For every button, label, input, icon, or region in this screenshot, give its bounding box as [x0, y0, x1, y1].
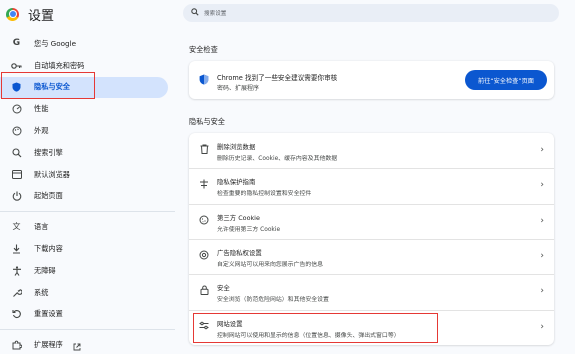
sidebar-item-languages[interactable]: 文 语言	[0, 216, 175, 238]
sidebar-item-on-startup[interactable]: 起始页面	[0, 186, 175, 208]
trash-icon	[199, 144, 209, 157]
sidebar-item-label: 您与 Google	[34, 38, 77, 48]
sidebar-item-search-engine[interactable]: 搜索引擎	[0, 142, 175, 164]
chevron-right-icon: ›	[540, 145, 544, 155]
safety-check-card: Chrome 找到了一些安全建议需要你审核 密码、扩展程序 前往“安全检查”页面	[189, 61, 554, 99]
page-title: 设置	[28, 8, 55, 24]
row-subtitle: 检查重要的隐私控制设置和安全控件	[217, 191, 312, 198]
sidebar-item-accessibility[interactable]: 无障碍	[0, 260, 175, 282]
browser-icon	[11, 169, 22, 180]
sidebar-item-label: 搜索引擎	[34, 147, 63, 157]
sidebar-item-label: 性能	[34, 104, 49, 114]
row-subtitle: 安全浏览（防范危险网站）和其他安全设置	[217, 297, 329, 304]
row-title: 删除浏览数据	[217, 143, 256, 151]
row-clear-browsing-data[interactable]: 删除浏览数据 删除历史记录、Cookie、缓存内容及其他数据 ›	[189, 133, 554, 168]
chevron-right-icon: ›	[540, 286, 544, 297]
cookie-icon	[199, 215, 209, 228]
safety-check-subtitle: 密码、扩展程序	[217, 85, 260, 92]
chrome-logo-icon	[6, 7, 19, 21]
guide-icon	[199, 179, 209, 192]
row-title: 第三方 Cookie	[217, 213, 260, 222]
sidebar-item-you-and-google[interactable]: G 您与 Google	[0, 33, 175, 55]
search-icon	[11, 147, 22, 158]
brand: 设置	[6, 6, 55, 24]
sidebar-item-label: 自动填充和密码	[34, 60, 85, 70]
sidebar-item-label: 语言	[34, 222, 49, 232]
row-subtitle: 删除历史记录、Cookie、缓存内容及其他数据	[217, 156, 338, 162]
sidebar-item-label: 默认浏览器	[34, 169, 70, 179]
row-third-party-cookies[interactable]: 第三方 Cookie 允许使用第三方 Cookie ›	[189, 204, 554, 239]
sidebar-item-label: 无障碍	[34, 265, 56, 275]
ad-privacy-icon	[199, 250, 209, 263]
sidebar-item-performance[interactable]: 性能	[0, 98, 175, 120]
sidebar-divider	[0, 329, 175, 331]
power-icon	[11, 191, 22, 202]
sidebar-item-label: 下载内容	[34, 244, 63, 254]
lock-icon	[199, 285, 209, 298]
google-icon: G	[12, 38, 21, 49]
palette-icon	[11, 126, 22, 137]
sidebar-item-label: 起始页面	[34, 191, 63, 201]
row-privacy-guide[interactable]: 隐私保护指南 检查重要的隐私控制设置和安全控件 ›	[189, 168, 554, 203]
translate-icon: 文	[12, 222, 21, 232]
sidebar: 设置 G 您与 Google 自动填充和密码 隐私与安全 性能 外观 搜索引擎 …	[0, 0, 175, 354]
sidebar-item-system[interactable]: 系统	[0, 282, 175, 304]
chevron-right-icon: ›	[540, 321, 544, 332]
row-subtitle: 允许使用第三方 Cookie	[217, 226, 281, 233]
highlight-box-site-settings	[193, 313, 438, 343]
chevron-right-icon: ›	[540, 180, 544, 191]
chevron-right-icon: ›	[540, 215, 544, 226]
reset-icon	[11, 309, 22, 320]
sidebar-item-label: 扩展程序	[34, 340, 63, 350]
search-icon	[191, 8, 199, 18]
sidebar-item-label: 系统	[34, 287, 49, 297]
search-bar[interactable]: 搜索设置	[183, 4, 559, 22]
row-security[interactable]: 安全 安全浏览（防范危险网站）和其他安全设置 ›	[189, 274, 554, 309]
sidebar-item-label: 重置设置	[34, 309, 63, 319]
search-input[interactable]: 搜索设置	[204, 9, 226, 17]
shield-icon	[199, 74, 209, 88]
row-subtitle: 自定义网站可以用来向您展示广告的信息	[217, 262, 324, 268]
safety-check-title: Chrome 找到了一些安全建议需要你审核	[217, 74, 338, 82]
sidebar-divider	[0, 211, 175, 213]
row-title: 广告隐私权设置	[217, 249, 262, 257]
open-external-icon	[73, 336, 81, 354]
key-icon	[11, 60, 22, 71]
row-title: 安全	[217, 284, 230, 293]
section-title-privacy: 隐私与安全	[189, 117, 225, 126]
highlight-box-sidebar	[1, 72, 95, 99]
sidebar-item-label: 外观	[34, 126, 49, 136]
speedometer-icon	[11, 104, 22, 115]
section-title-safety-check: 安全检查	[189, 45, 218, 54]
download-icon	[11, 244, 22, 255]
row-ad-privacy[interactable]: 广告隐私权设置 自定义网站可以用来向您展示广告的信息 ›	[189, 239, 554, 274]
go-to-safety-check-button[interactable]: 前往“安全检查”页面	[465, 70, 547, 90]
sidebar-item-default-browser[interactable]: 默认浏览器	[0, 164, 175, 186]
puzzle-icon	[11, 340, 22, 351]
chevron-right-icon: ›	[540, 251, 544, 261]
sidebar-item-extensions[interactable]: 扩展程序	[0, 334, 175, 354]
sidebar-item-reset[interactable]: 重置设置	[0, 304, 175, 326]
sidebar-item-appearance[interactable]: 外观	[0, 120, 175, 142]
accessibility-icon	[11, 265, 22, 276]
wrench-icon	[11, 287, 22, 298]
sidebar-item-downloads[interactable]: 下载内容	[0, 238, 175, 260]
row-title: 隐私保护指南	[217, 178, 256, 187]
